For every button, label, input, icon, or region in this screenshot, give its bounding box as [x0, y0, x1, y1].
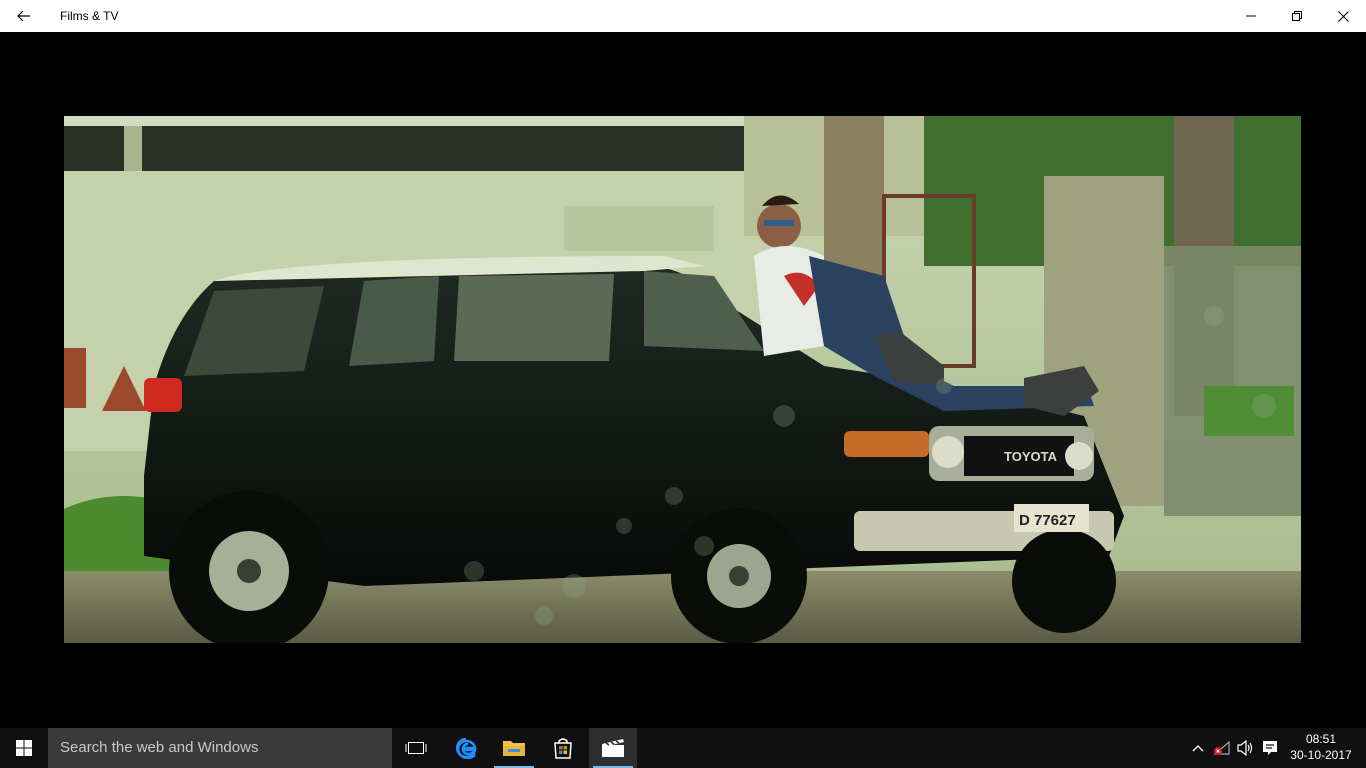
- volume-button[interactable]: [1234, 728, 1258, 768]
- store-icon: [554, 738, 572, 759]
- video-player[interactable]: TOYOTA D 77627: [0, 32, 1366, 728]
- chevron-up-icon: [1192, 745, 1204, 752]
- network-button[interactable]: [1210, 728, 1234, 768]
- edge-button[interactable]: [442, 728, 490, 768]
- video-still-image: TOYOTA D 77627: [64, 116, 1301, 643]
- close-button[interactable]: [1320, 0, 1366, 32]
- clock-time: 08:51: [1305, 732, 1337, 746]
- file-explorer-icon: [503, 741, 525, 756]
- start-button[interactable]: [0, 728, 48, 768]
- close-icon: [1337, 10, 1349, 22]
- task-view-icon: [405, 742, 427, 754]
- taskbar-search-box[interactable]: Search the web and Windows: [48, 728, 392, 768]
- show-hidden-icons-button[interactable]: [1186, 728, 1210, 768]
- edge-icon: [455, 737, 477, 759]
- taskbar-clock[interactable]: 08:51 30-10-2017: [1290, 728, 1352, 768]
- window-title: Films & TV: [60, 9, 119, 23]
- films-tv-taskbar-button[interactable]: [589, 728, 637, 768]
- restore-button[interactable]: [1274, 0, 1320, 32]
- restore-icon: [1292, 11, 1302, 21]
- video-frame[interactable]: TOYOTA D 77627: [64, 116, 1301, 643]
- car-brand-text: TOYOTA: [1004, 449, 1058, 464]
- file-explorer-button[interactable]: [490, 728, 538, 768]
- back-arrow-icon: [17, 10, 30, 22]
- title-bar: Films & TV: [0, 0, 1366, 32]
- minimize-icon: [1246, 15, 1256, 17]
- network-icon: [1213, 740, 1230, 755]
- minimize-button[interactable]: [1228, 0, 1274, 32]
- license-plate-text: D 77627: [1019, 512, 1076, 529]
- taskbar: Search the web and Windows 08:51 30-10-2…: [0, 728, 1366, 768]
- store-button[interactable]: [539, 728, 587, 768]
- action-center-button[interactable]: [1258, 728, 1282, 768]
- back-button[interactable]: [0, 0, 48, 32]
- action-center-icon: [1263, 741, 1277, 755]
- windows-logo-icon: [16, 740, 32, 756]
- films-tv-icon: [602, 739, 624, 757]
- volume-icon: [1237, 740, 1253, 756]
- clock-date: 30-10-2017: [1290, 748, 1352, 762]
- task-view-button[interactable]: [392, 728, 440, 768]
